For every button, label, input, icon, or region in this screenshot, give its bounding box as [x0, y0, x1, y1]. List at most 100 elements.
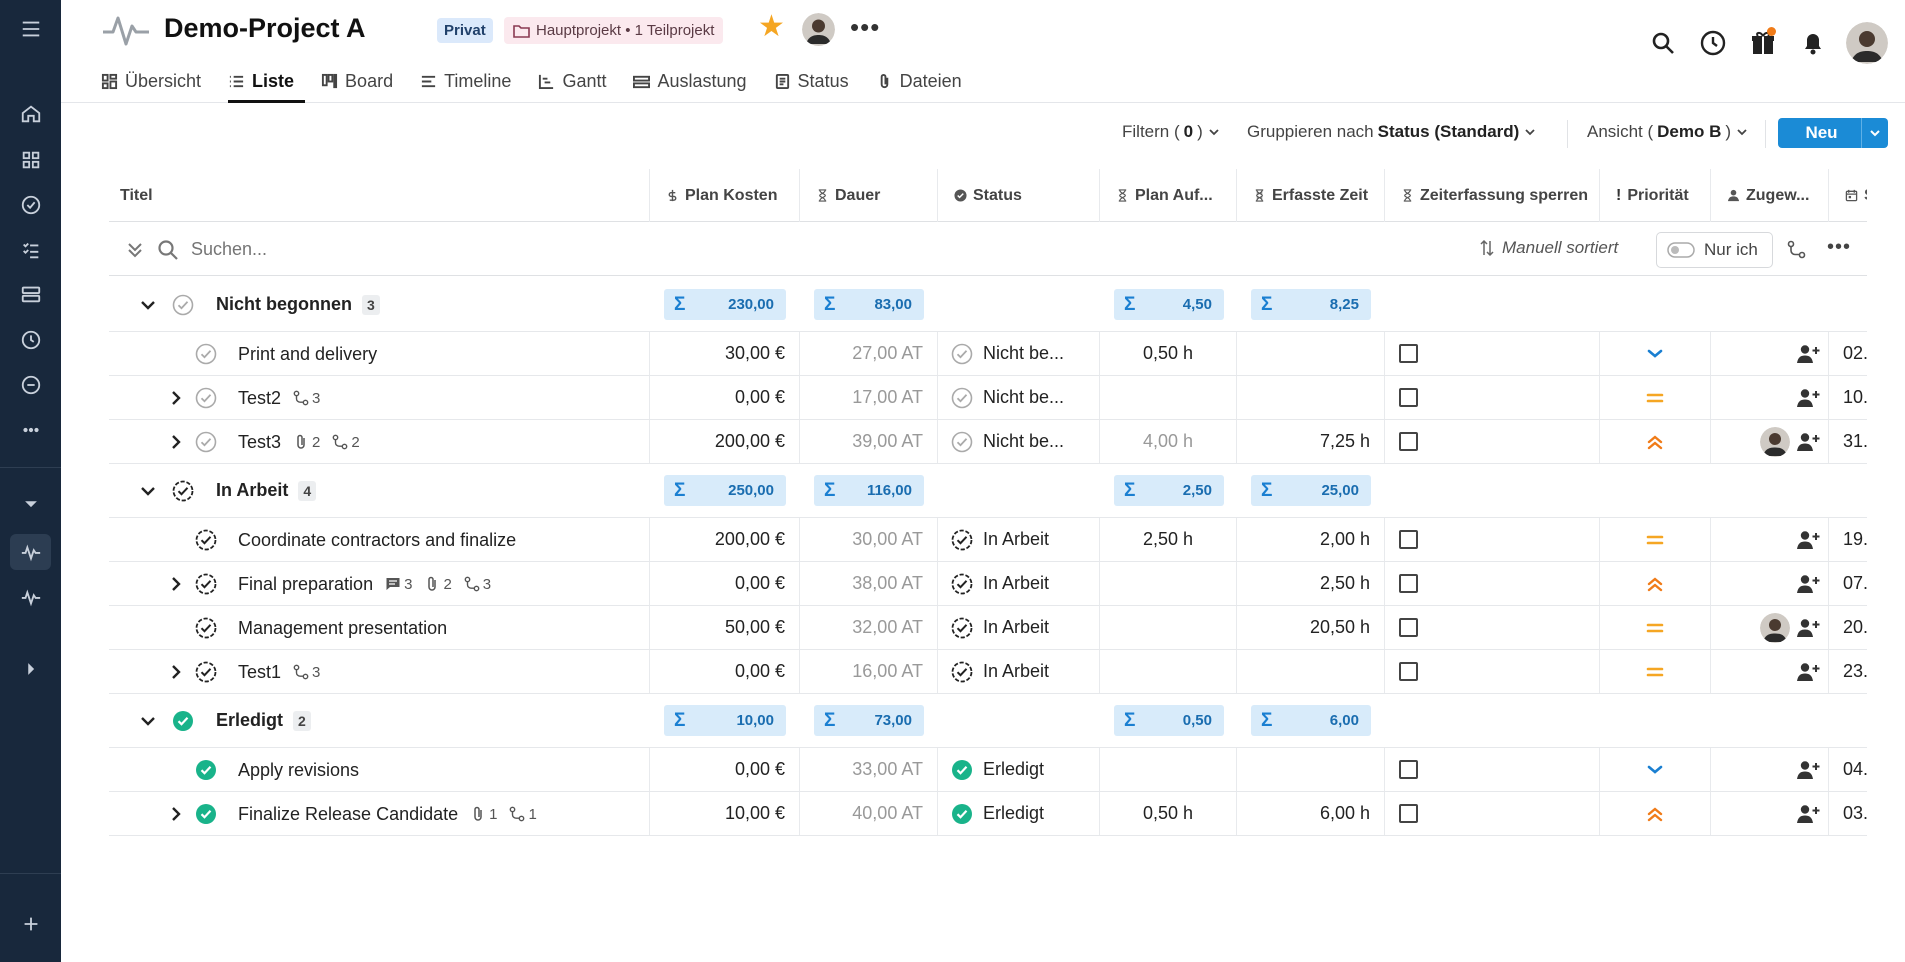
lock-time-tracking-checkbox[interactable]: [1399, 618, 1418, 637]
search-icon[interactable]: [1638, 23, 1688, 63]
assignee-cell[interactable]: [1710, 420, 1828, 463]
dauer-cell[interactable]: 33,00 AT: [799, 748, 937, 791]
task-title-cell[interactable]: Test2 3: [109, 376, 649, 419]
lock-time-tracking-checkbox[interactable]: [1399, 432, 1418, 451]
plan-aufwand-cell[interactable]: 0,50 h: [1099, 332, 1236, 375]
assign-person-icon[interactable]: [1796, 662, 1820, 682]
date-cell[interactable]: 19.: [1828, 518, 1867, 561]
plan-kosten-cell[interactable]: 200,00 €: [649, 420, 799, 463]
tab-overview[interactable]: Übersicht: [101, 60, 212, 103]
clock-icon[interactable]: [10, 322, 51, 358]
erfasste-zeit-cell[interactable]: 6,00 h: [1236, 792, 1384, 835]
assignee-cell[interactable]: [1710, 650, 1828, 693]
column-header-date[interactable]: S: [1828, 169, 1867, 222]
plan-kosten-cell[interactable]: 0,00 €: [649, 748, 799, 791]
priority-cell[interactable]: [1599, 332, 1710, 375]
more-options-icon[interactable]: •••: [1827, 236, 1851, 259]
lock-time-tracking-checkbox[interactable]: [1399, 344, 1418, 363]
task-row[interactable]: Finalize Release Candidate 1 1 10,00 € 40…: [109, 792, 1867, 836]
status-cell[interactable]: Nicht be...: [937, 376, 1099, 419]
collapse-all-icon[interactable]: [125, 240, 145, 260]
notifications-bell-icon[interactable]: [1788, 23, 1838, 63]
task-title-cell[interactable]: Final preparation 3 2 3: [109, 562, 649, 605]
assignee-avatar[interactable]: [1760, 612, 1790, 643]
dauer-cell[interactable]: 27,00 AT: [799, 332, 937, 375]
assignee-cell[interactable]: [1710, 518, 1828, 561]
new-item-button[interactable]: Neu: [1778, 118, 1888, 148]
erfasste-zeit-cell[interactable]: 7,25 h: [1236, 420, 1384, 463]
date-cell[interactable]: 20.: [1828, 606, 1867, 649]
plan-aufwand-cell[interactable]: 2,50 h: [1099, 518, 1236, 561]
plan-aufwand-cell[interactable]: [1099, 650, 1236, 693]
hierarchy-badge[interactable]: Hauptprojekt • 1 Teilprojekt: [504, 17, 724, 44]
task-status-icon[interactable]: [195, 661, 217, 688]
task-status-icon[interactable]: [195, 431, 217, 458]
assignee-avatar[interactable]: [1760, 426, 1790, 457]
task-row[interactable]: Management presentation 50,00 € 32,00 AT…: [109, 606, 1867, 650]
priority-cell[interactable]: [1599, 376, 1710, 419]
date-cell[interactable]: 02.: [1828, 332, 1867, 375]
priority-cell[interactable]: [1599, 792, 1710, 835]
dauer-cell[interactable]: 16,00 AT: [799, 650, 937, 693]
erfasste-zeit-cell[interactable]: 2,50 h: [1236, 562, 1384, 605]
assignee-cell[interactable]: [1710, 562, 1828, 605]
project-pulse-icon[interactable]: [10, 579, 51, 615]
erfasste-zeit-cell[interactable]: [1236, 376, 1384, 419]
priority-cell[interactable]: [1599, 420, 1710, 463]
apps-grid-icon[interactable]: [10, 142, 51, 178]
task-title[interactable]: Test1: [238, 662, 281, 683]
task-row[interactable]: Apply revisions 0,00 € 33,00 AT Erledigt…: [109, 748, 1867, 792]
plan-kosten-cell[interactable]: 10,00 €: [649, 792, 799, 835]
collapse-group-chevron-icon[interactable]: [138, 295, 158, 315]
assignee-cell[interactable]: [1710, 606, 1828, 649]
priority-cell[interactable]: [1599, 748, 1710, 791]
lock-time-tracking-checkbox[interactable]: [1399, 804, 1418, 823]
assignee-cell[interactable]: [1710, 332, 1828, 375]
status-cell[interactable]: Erledigt: [937, 792, 1099, 835]
assignee-cell[interactable]: [1710, 748, 1828, 791]
dauer-cell[interactable]: 17,00 AT: [799, 376, 937, 419]
caret-down-icon[interactable]: [10, 486, 51, 522]
task-title-cell[interactable]: Apply revisions: [109, 748, 649, 791]
add-icon[interactable]: [10, 906, 51, 942]
filter-button[interactable]: Filtern (0): [1122, 122, 1221, 142]
task-row[interactable]: Test3 2 2 200,00 € 39,00 AT Nicht be... 4…: [109, 420, 1867, 464]
priority-cell[interactable]: [1599, 650, 1710, 693]
assign-person-icon[interactable]: [1796, 344, 1820, 364]
column-header-status[interactable]: Status: [937, 169, 1099, 222]
tab-workload[interactable]: Auslastung: [633, 60, 757, 103]
status-cell[interactable]: Nicht be...: [937, 420, 1099, 463]
menu-icon[interactable]: [10, 11, 51, 47]
task-status-icon[interactable]: [195, 387, 217, 414]
task-title[interactable]: Coordinate contractors and finalize: [238, 530, 516, 551]
plan-aufwand-cell[interactable]: [1099, 562, 1236, 605]
task-title[interactable]: Finalize Release Candidate: [238, 804, 458, 825]
plan-kosten-cell[interactable]: 0,00 €: [649, 376, 799, 419]
tab-gantt[interactable]: Gantt: [538, 60, 617, 103]
task-title-cell[interactable]: Management presentation: [109, 606, 649, 649]
more-options-icon[interactable]: •••: [850, 14, 880, 40]
column-header-dauer[interactable]: Dauer: [799, 169, 937, 222]
date-cell[interactable]: 04.: [1828, 748, 1867, 791]
minus-circle-icon[interactable]: [10, 367, 51, 403]
dashboard-icon[interactable]: [10, 276, 51, 312]
task-title[interactable]: Test2: [238, 388, 281, 409]
assign-person-icon[interactable]: [1796, 574, 1820, 594]
date-cell[interactable]: 03.: [1828, 792, 1867, 835]
new-item-dropdown-icon[interactable]: [1861, 118, 1888, 148]
task-status-icon[interactable]: [195, 803, 217, 830]
plan-aufwand-cell[interactable]: 0,50 h: [1099, 792, 1236, 835]
task-status-icon[interactable]: [195, 529, 217, 556]
more-dots-icon[interactable]: [10, 412, 51, 448]
erfasste-zeit-cell[interactable]: 20,50 h: [1236, 606, 1384, 649]
status-cell[interactable]: Nicht be...: [937, 332, 1099, 375]
tasks-check-icon[interactable]: [10, 187, 51, 223]
erfasste-zeit-cell[interactable]: [1236, 748, 1384, 791]
plan-kosten-cell[interactable]: 0,00 €: [649, 650, 799, 693]
tab-timeline[interactable]: Timeline: [420, 60, 522, 103]
task-title-cell[interactable]: Print and delivery: [109, 332, 649, 375]
assignee-cell[interactable]: [1710, 792, 1828, 835]
expand-subtasks-chevron-icon[interactable]: [166, 662, 186, 682]
lock-time-tracking-checkbox[interactable]: [1399, 662, 1418, 681]
task-title-cell[interactable]: Test3 2 2: [109, 420, 649, 463]
